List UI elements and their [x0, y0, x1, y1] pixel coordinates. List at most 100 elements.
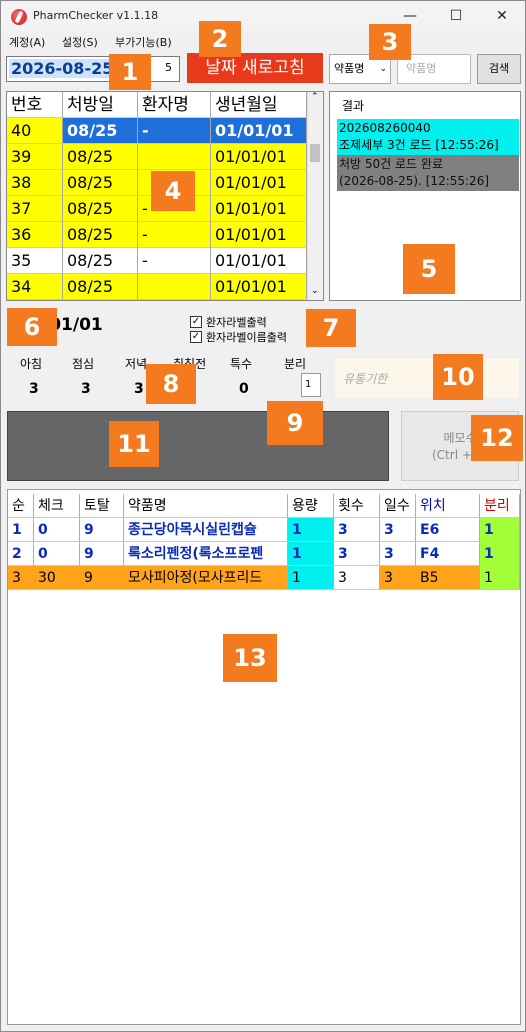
patient-col-name[interactable]: 환자명 — [138, 92, 211, 118]
drug-cell-days[interactable]: 3 — [380, 518, 416, 542]
patient-cell-num[interactable]: 37 — [7, 196, 63, 222]
patient-cell-birth[interactable]: 01/01/01 — [211, 118, 307, 144]
drug-col-dose[interactable]: 용량 — [288, 494, 334, 518]
drug-cell-loc[interactable]: B5 — [416, 566, 480, 590]
drug-cell-split[interactable]: 1 — [480, 518, 520, 542]
drug-cell-dose[interactable]: 1 — [288, 542, 334, 566]
close-button[interactable]: ✕ — [479, 1, 525, 31]
drug-cell-name[interactable]: 종근당아목시실린캡슐 — [124, 518, 288, 542]
drug-cell-name[interactable]: 록소리펜정(록소프로펜 — [124, 542, 288, 566]
drug-cell-loc[interactable]: E6 — [416, 518, 480, 542]
results-header: 결과 — [342, 99, 365, 113]
patient-col-date[interactable]: 처방일 — [63, 92, 138, 118]
patient-cell-name[interactable] — [138, 274, 211, 300]
annotation-badge-10: 10 — [433, 354, 483, 400]
scroll-down-icon[interactable]: ⌄ — [311, 286, 319, 296]
patient-cell-name[interactable] — [138, 144, 211, 170]
drug-col-check[interactable]: 체크 — [34, 494, 80, 518]
drug-col-days[interactable]: 일수 — [380, 494, 416, 518]
patient-col-num[interactable]: 번호 — [7, 92, 63, 118]
scroll-thumb[interactable] — [310, 144, 320, 162]
annotation-badge-7: 7 — [306, 309, 356, 347]
meal-value-lunch: 3 — [81, 381, 91, 397]
drug-col-seq[interactable]: 순 — [8, 494, 34, 518]
drug-cell-check[interactable]: 0 — [34, 518, 80, 542]
result-line1: 처방 50건 로드 완료 — [339, 157, 443, 171]
patient-cell-date[interactable]: 08/25 — [63, 222, 138, 248]
menu-addons[interactable]: 부가기능(B) — [115, 34, 172, 50]
drug-cell-dose[interactable]: 1 — [288, 518, 334, 542]
drug-cell-days[interactable]: 3 — [380, 566, 416, 590]
result-item[interactable]: 202608260040 조제세부 3건 로드 [12:55:26] — [337, 119, 519, 155]
meal-value-dinner: 3 — [134, 381, 144, 397]
menu-settings[interactable]: 설정(S) — [62, 34, 98, 50]
expiry-input[interactable]: 유통기한 — [334, 357, 520, 399]
date-value[interactable]: 2026-08-25 — [9, 59, 116, 78]
result-time: [12:55:26] — [435, 138, 499, 152]
drug-cell-dose[interactable]: 1 — [288, 566, 334, 590]
patient-cell-birth[interactable]: 01/01/01 — [211, 248, 307, 274]
patient-cell-num[interactable]: 35 — [7, 248, 63, 274]
drug-cell-check[interactable]: 0 — [34, 542, 80, 566]
drug-cell-total[interactable]: 9 — [80, 566, 124, 590]
drug-col-total[interactable]: 토탈 — [80, 494, 124, 518]
drug-cell-times[interactable]: 3 — [334, 518, 380, 542]
maximize-button[interactable]: ☐ — [433, 1, 479, 31]
label-print-checkbox[interactable]: ✓ — [190, 316, 202, 328]
drug-cell-seq[interactable]: 2 — [8, 542, 34, 566]
patient-cell-date[interactable]: 08/25 — [63, 144, 138, 170]
result-item[interactable]: 처방 50건 로드 완료 (2026-08-25). [12:55:26] — [337, 155, 519, 191]
result-time: [12:55:26] — [425, 174, 490, 188]
annotation-badge-8: 8 — [146, 364, 196, 404]
drug-cell-seq[interactable]: 3 — [8, 566, 34, 590]
patient-cell-num[interactable]: 40 — [7, 118, 63, 144]
patient-cell-date[interactable]: 08/25 — [63, 170, 138, 196]
drug-cell-split[interactable]: 1 — [480, 566, 520, 590]
result-line2: 조제세부 3건 로드 — [339, 138, 432, 152]
patient-cell-num[interactable]: 38 — [7, 170, 63, 196]
patient-cell-birth[interactable]: 01/01/01 — [211, 170, 307, 196]
patient-cell-num[interactable]: 39 — [7, 144, 63, 170]
drug-cell-seq[interactable]: 1 — [8, 518, 34, 542]
search-button[interactable]: 검색 — [477, 54, 521, 84]
drug-cell-total[interactable]: 9 — [80, 518, 124, 542]
patient-cell-date[interactable]: 08/25 — [63, 196, 138, 222]
drug-cell-name[interactable]: 모사피아정(모사프리드 — [124, 566, 288, 590]
patient-cell-name[interactable]: - — [138, 222, 211, 248]
label-name-print-checkbox[interactable]: ✓ — [190, 331, 202, 343]
patient-cell-date[interactable]: 08/25 — [63, 248, 138, 274]
patient-cell-num[interactable]: 36 — [7, 222, 63, 248]
patient-cell-num[interactable]: 34 — [7, 274, 63, 300]
bunri-select[interactable]: 1 — [301, 373, 321, 397]
patient-cell-birth[interactable]: 01/01/01 — [211, 196, 307, 222]
patient-cell-birth[interactable]: 01/01/01 — [211, 274, 307, 300]
drug-col-name[interactable]: 약품명 — [124, 494, 288, 518]
patient-cell-name[interactable]: - — [138, 248, 211, 274]
pharmchecker-logo-icon — [11, 9, 27, 25]
drug-col-split[interactable]: 분리 — [480, 494, 520, 518]
result-line2: (2026-08-25). — [339, 174, 422, 188]
patient-cell-date[interactable]: 08/25 — [63, 118, 138, 144]
annotation-badge-5: 5 — [403, 244, 455, 294]
drug-cell-times[interactable]: 3 — [334, 542, 380, 566]
drug-cell-split[interactable]: 1 — [480, 542, 520, 566]
patient-scrollbar[interactable]: ⌃ ⌄ — [307, 92, 323, 300]
drug-cell-times[interactable]: 3 — [334, 566, 380, 590]
drug-cell-days[interactable]: 3 — [380, 542, 416, 566]
patient-cell-birth[interactable]: 01/01/01 — [211, 144, 307, 170]
patient-col-birth[interactable]: 생년월일 — [211, 92, 307, 118]
drug-table: 순 체크 토탈 약품명 용량 횟수 일수 위치 분리 1 0 9 종근당아목시실린캡슐 1 3 3 E6 1 2 0… — [7, 489, 521, 1025]
drug-cell-check[interactable]: 30 — [34, 566, 80, 590]
refresh-date-button[interactable]: 날짜 새로고침 — [187, 53, 323, 83]
patient-cell-name[interactable]: - — [138, 118, 211, 144]
patient-cell-birth[interactable]: 01/01/01 — [211, 222, 307, 248]
drug-col-times[interactable]: 횟수 — [334, 494, 380, 518]
patient-cell-date[interactable]: 08/25 — [63, 274, 138, 300]
drug-col-loc[interactable]: 위치 — [416, 494, 480, 518]
drug-cell-loc[interactable]: F4 — [416, 542, 480, 566]
scroll-up-icon[interactable]: ⌃ — [311, 92, 319, 102]
drug-cell-total[interactable]: 9 — [80, 542, 124, 566]
menu-account[interactable]: 계정(A) — [9, 34, 45, 50]
app-window: PharmChecker v1.1.18 — ☐ ✕ 계정(A) 설정(S) 부… — [0, 0, 526, 1032]
annotation-badge-11: 11 — [109, 421, 159, 467]
